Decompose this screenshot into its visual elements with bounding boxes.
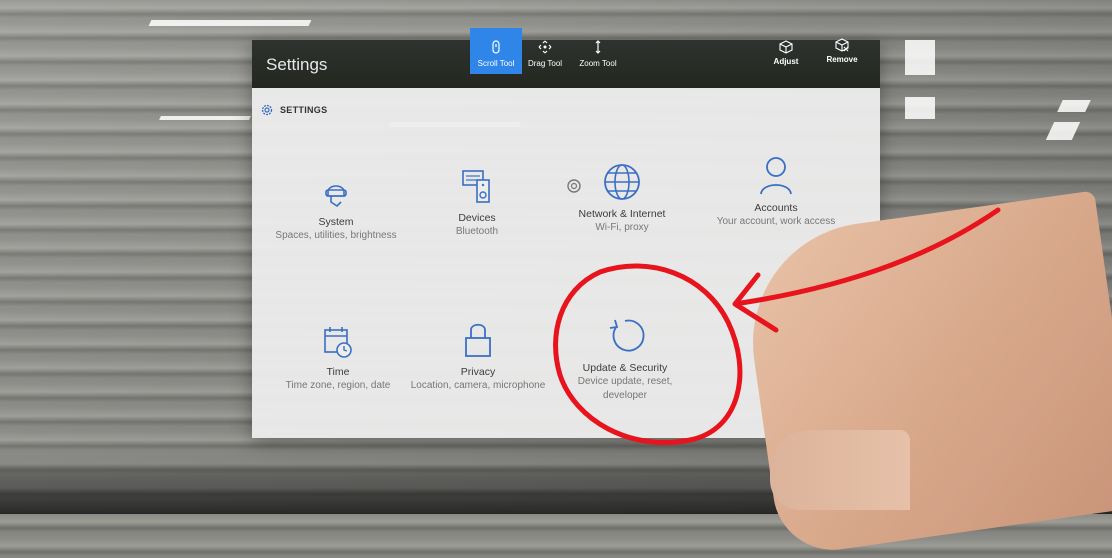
drag-tool-button[interactable]: Drag Tool [519,28,571,74]
window-title: Settings [266,55,328,74]
zoom-tool-button[interactable]: Zoom Tool [572,28,624,74]
gear-icon [261,104,273,116]
tile-network-subtitle: Wi-Fi, proxy [595,222,649,233]
lock-icon [465,323,491,357]
devices-icon [462,170,490,203]
tile-privacy[interactable]: Privacy Location, camera, microphone [408,320,548,393]
adjust-label: Adjust [773,57,799,66]
tile-system-subtitle: Spaces, utilities, brightness [275,230,397,241]
tile-update-security-title: Update & Security [582,362,668,374]
adjust-button[interactable]: Adjust [766,40,806,66]
ceiling-light [905,97,935,119]
drag-icon [538,40,552,54]
tile-accounts-title: Accounts [754,202,798,214]
calendar-clock-icon [324,327,352,358]
drag-tool-label: Drag Tool [527,59,563,68]
tile-devices-subtitle: Bluetooth [455,226,499,237]
remove-button[interactable]: Remove [822,38,862,64]
tile-time-title: Time [326,366,350,378]
zoom-tool-label: Zoom Tool [579,59,617,68]
person-icon [760,157,792,195]
settings-breadcrumb: SETTINGS [260,103,327,117]
ceiling-light [159,116,251,120]
tile-network[interactable]: Network & Internet Wi-Fi, proxy [552,162,692,235]
tile-devices-title: Devices [458,212,496,224]
scroll-tool-label: Scroll Tool [477,59,515,68]
tile-update-security[interactable]: Update & Security Device update, reset, … [555,316,695,403]
remove-label: Remove [826,55,858,64]
tile-privacy-title: Privacy [460,366,496,378]
tile-network-title: Network & Internet [578,208,666,220]
tile-update-security-subtitle: Device update, reset, developer [577,376,673,401]
globe-icon [604,164,640,200]
cursor-ring-icon [567,179,581,193]
ceiling-light [905,40,935,75]
tile-devices[interactable]: Devices Bluetooth [407,168,547,239]
tile-accounts[interactable]: Accounts Your account, work access [706,154,846,229]
zoom-icon [595,40,601,54]
mixed-reality-icon [325,185,347,208]
cube-remove-icon [835,38,849,52]
refresh-icon [609,319,645,352]
finger [770,430,910,510]
tile-time-subtitle: Time zone, region, date [285,380,391,391]
ceiling-light [148,20,312,26]
tile-privacy-subtitle: Location, camera, microphone [410,380,546,391]
cube-icon [779,40,793,54]
tile-time[interactable]: Time Time zone, region, date [268,324,408,393]
settings-header-label: SETTINGS [280,105,328,115]
tile-system[interactable]: System Spaces, utilities, brightness [266,176,406,243]
tile-system-title: System [318,216,354,228]
ceiling-light [1057,100,1091,112]
tile-accounts-subtitle: Your account, work access [716,216,836,227]
scroll-icon [492,40,500,54]
scroll-tool-button[interactable]: Scroll Tool [470,28,522,74]
